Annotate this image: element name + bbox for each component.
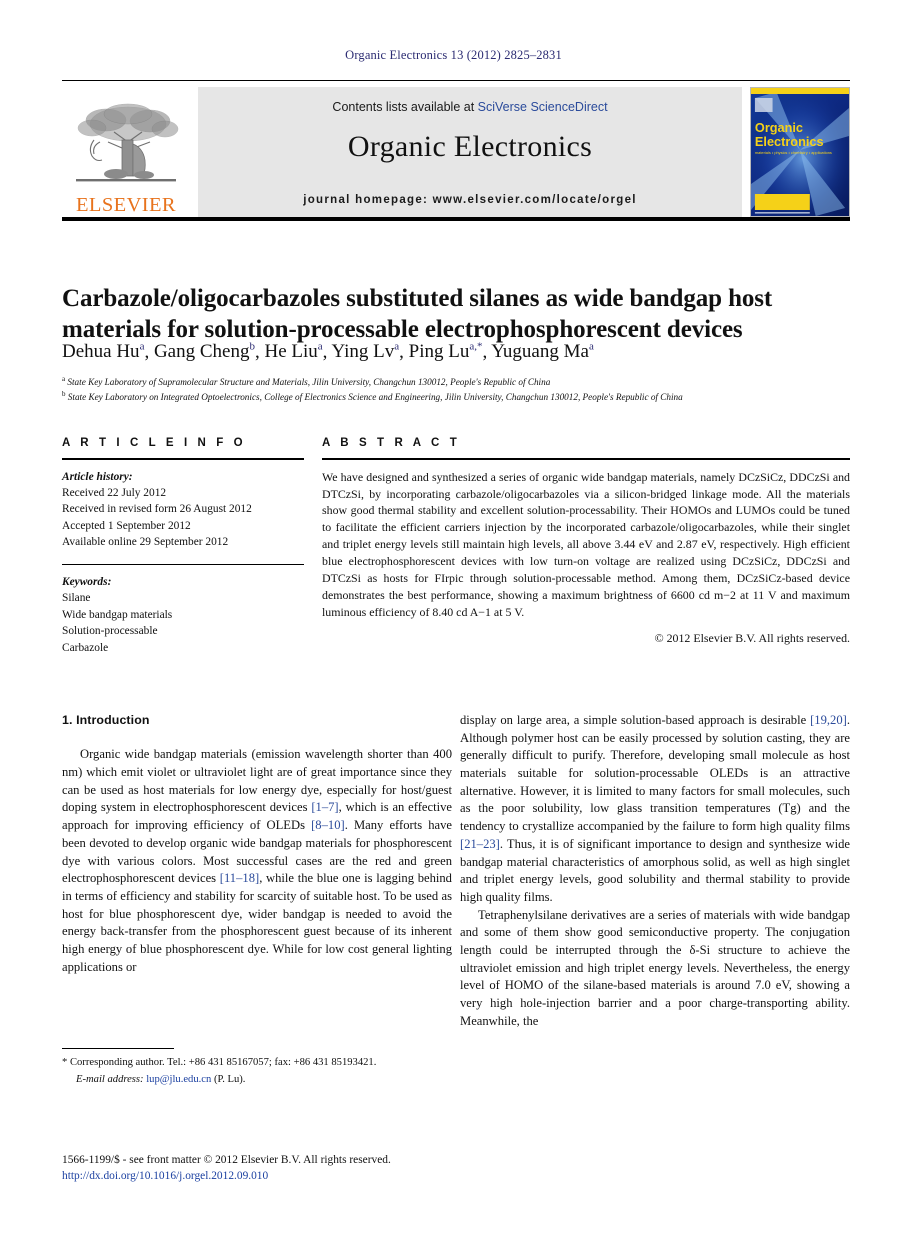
abstract-heading: A B S T R A C T bbox=[322, 437, 461, 449]
body-paragraph: display on large area, a simple solution… bbox=[460, 712, 850, 907]
doi-link[interactable]: http://dx.doi.org/10.1016/j.orgel.2012.0… bbox=[62, 1168, 532, 1184]
paragraph-text-segment: . Although polymer host can be easily pr… bbox=[460, 713, 850, 834]
body-paragraph: Organic wide bandgap materials (emission… bbox=[62, 746, 452, 976]
article-info-heading: A R T I C L E I N F O bbox=[62, 437, 247, 449]
abstract-text: We have designed and synthesized a serie… bbox=[322, 469, 850, 619]
author[interactable]: Yuguang Maa bbox=[491, 341, 594, 362]
citation-ref-1-7[interactable]: [1–7] bbox=[311, 800, 338, 814]
page-footer: 1566-1199/$ - see front matter © 2012 El… bbox=[62, 1152, 532, 1184]
svg-text:Electronics: Electronics bbox=[755, 134, 824, 149]
author-list: Dehua Hua, Gang Chengb, He Liua, Ying Lv… bbox=[62, 341, 594, 363]
masthead-bottom-rule bbox=[62, 217, 850, 221]
affiliation-marker: a bbox=[62, 375, 66, 383]
citation-ref-21-23[interactable]: [21–23] bbox=[460, 837, 500, 851]
journal-homepage-link[interactable]: journal homepage: www.elsevier.com/locat… bbox=[198, 194, 742, 206]
sciencedirect-link[interactable]: SciVerse ScienceDirect bbox=[478, 100, 608, 114]
author-affiliation-marker: a,* bbox=[469, 341, 483, 353]
keywords-rule bbox=[62, 563, 304, 565]
history-item: Accepted 1 September 2012 bbox=[62, 519, 191, 532]
footnote-corresponding-text: * Corresponding author. Tel.: +86 431 85… bbox=[62, 1057, 377, 1069]
history-item: Received 22 July 2012 bbox=[62, 487, 167, 500]
citation-ref-8-10[interactable]: [8–10] bbox=[311, 818, 345, 832]
abstract-rule bbox=[322, 458, 850, 460]
author[interactable]: Ying Lva bbox=[331, 341, 399, 362]
email-owner: (P. Lu). bbox=[213, 1074, 246, 1086]
corresponding-author-footnote: * Corresponding author. Tel.: +86 431 85… bbox=[62, 1048, 452, 1088]
abstract-column: A B S T R A C T We have designed and syn… bbox=[322, 437, 850, 646]
svg-text:Organic: Organic bbox=[755, 120, 803, 135]
svg-text:materials • physics • chemistr: materials • physics • chemistry • applic… bbox=[755, 150, 832, 155]
history-item: Received in revised form 26 August 2012 bbox=[62, 503, 252, 516]
journal-masthead: ELSEVIER Contents lists available at Sci… bbox=[62, 80, 850, 221]
affiliation-list: a State Key Laboratory of Supramolecular… bbox=[62, 374, 852, 405]
author[interactable]: Dehua Hua bbox=[62, 341, 144, 362]
footnote-email-line: E-mail address: lup@jlu.edu.cn (P. Lu). bbox=[62, 1073, 452, 1088]
affiliation-item: a State Key Laboratory of Supramolecular… bbox=[62, 375, 551, 388]
elsevier-wordmark: ELSEVIER bbox=[76, 193, 176, 216]
author[interactable]: He Liua bbox=[264, 341, 322, 362]
page-title: Carbazole/oligocarbazoles substituted si… bbox=[62, 284, 773, 344]
keyword-item[interactable]: Silane bbox=[62, 590, 304, 606]
journal-cover-thumbnail[interactable]: Organic Electronics materials • physics … bbox=[750, 87, 850, 217]
journal-cover-art: Organic Electronics materials • physics … bbox=[751, 88, 849, 216]
keywords-block: Keywords: Silane Wide bandgap materials … bbox=[62, 574, 304, 656]
issn-copyright-line: 1566-1199/$ - see front matter © 2012 El… bbox=[62, 1154, 391, 1166]
article-info-rule bbox=[62, 458, 304, 460]
contents-list-line: Contents lists available at SciVerse Sci… bbox=[198, 100, 742, 114]
body-paragraph: Tetraphenylsilane derivatives are a seri… bbox=[460, 907, 850, 1028]
affiliation-marker: b bbox=[62, 390, 66, 399]
paragraph-text-segment: . Thus, it is of significant importance … bbox=[460, 836, 850, 904]
journal-title: Organic Electronics bbox=[347, 130, 593, 163]
author-affiliation-marker: a bbox=[588, 341, 594, 353]
author[interactable]: Ping Lua,* bbox=[409, 341, 483, 362]
article-info-column: A R T I C L E I N F O Article history: R… bbox=[62, 437, 304, 656]
email-label: E-mail address: bbox=[76, 1074, 144, 1086]
contents-prefix: Contents lists available at bbox=[332, 100, 478, 114]
keywords-label: Keywords: bbox=[62, 576, 112, 588]
running-head: Organic Electronics 13 (2012) 2825–2831 bbox=[345, 48, 562, 62]
masthead-top-rule bbox=[62, 80, 850, 81]
elsevier-tree-icon bbox=[76, 103, 179, 181]
email-link[interactable]: lup@jlu.edu.cn bbox=[146, 1074, 211, 1085]
footnote-rule bbox=[62, 1048, 174, 1050]
affiliation-item: b State Key Laboratory on Integrated Opt… bbox=[62, 390, 683, 403]
body-column-right: display on large area, a simple solution… bbox=[460, 712, 850, 1030]
keyword-item[interactable]: Wide bandgap materials bbox=[62, 607, 304, 623]
author[interactable]: Gang Chengb bbox=[154, 341, 255, 362]
masthead-center-panel: Contents lists available at SciVerse Sci… bbox=[198, 87, 742, 217]
section-heading-introduction: 1. Introduction bbox=[62, 713, 150, 727]
body-column-left: 1. Introduction Organic wide bandgap mat… bbox=[62, 712, 452, 976]
journal-article-page: Organic Electronics 13 (2012) 2825–2831 bbox=[0, 0, 907, 1238]
history-item: Available online 29 September 2012 bbox=[62, 536, 229, 549]
keyword-item[interactable]: Solution-processable bbox=[62, 623, 304, 639]
abstract-copyright: © 2012 Elsevier B.V. All rights reserved… bbox=[654, 630, 850, 645]
article-history-block: Article history: Received 22 July 2012 R… bbox=[62, 469, 304, 551]
paragraph-text-segment: , while the blue one is lagging behind i… bbox=[62, 871, 452, 974]
elsevier-logo: ELSEVIER bbox=[62, 87, 190, 217]
citation-ref-11-18[interactable]: [11–18] bbox=[220, 871, 259, 885]
keyword-item[interactable]: Carbazole bbox=[62, 640, 304, 656]
citation-ref-19-20[interactable]: [19,20] bbox=[810, 713, 847, 727]
paragraph-text-segment: display on large area, a simple solution… bbox=[460, 713, 811, 727]
article-history-label: Article history: bbox=[62, 470, 133, 483]
